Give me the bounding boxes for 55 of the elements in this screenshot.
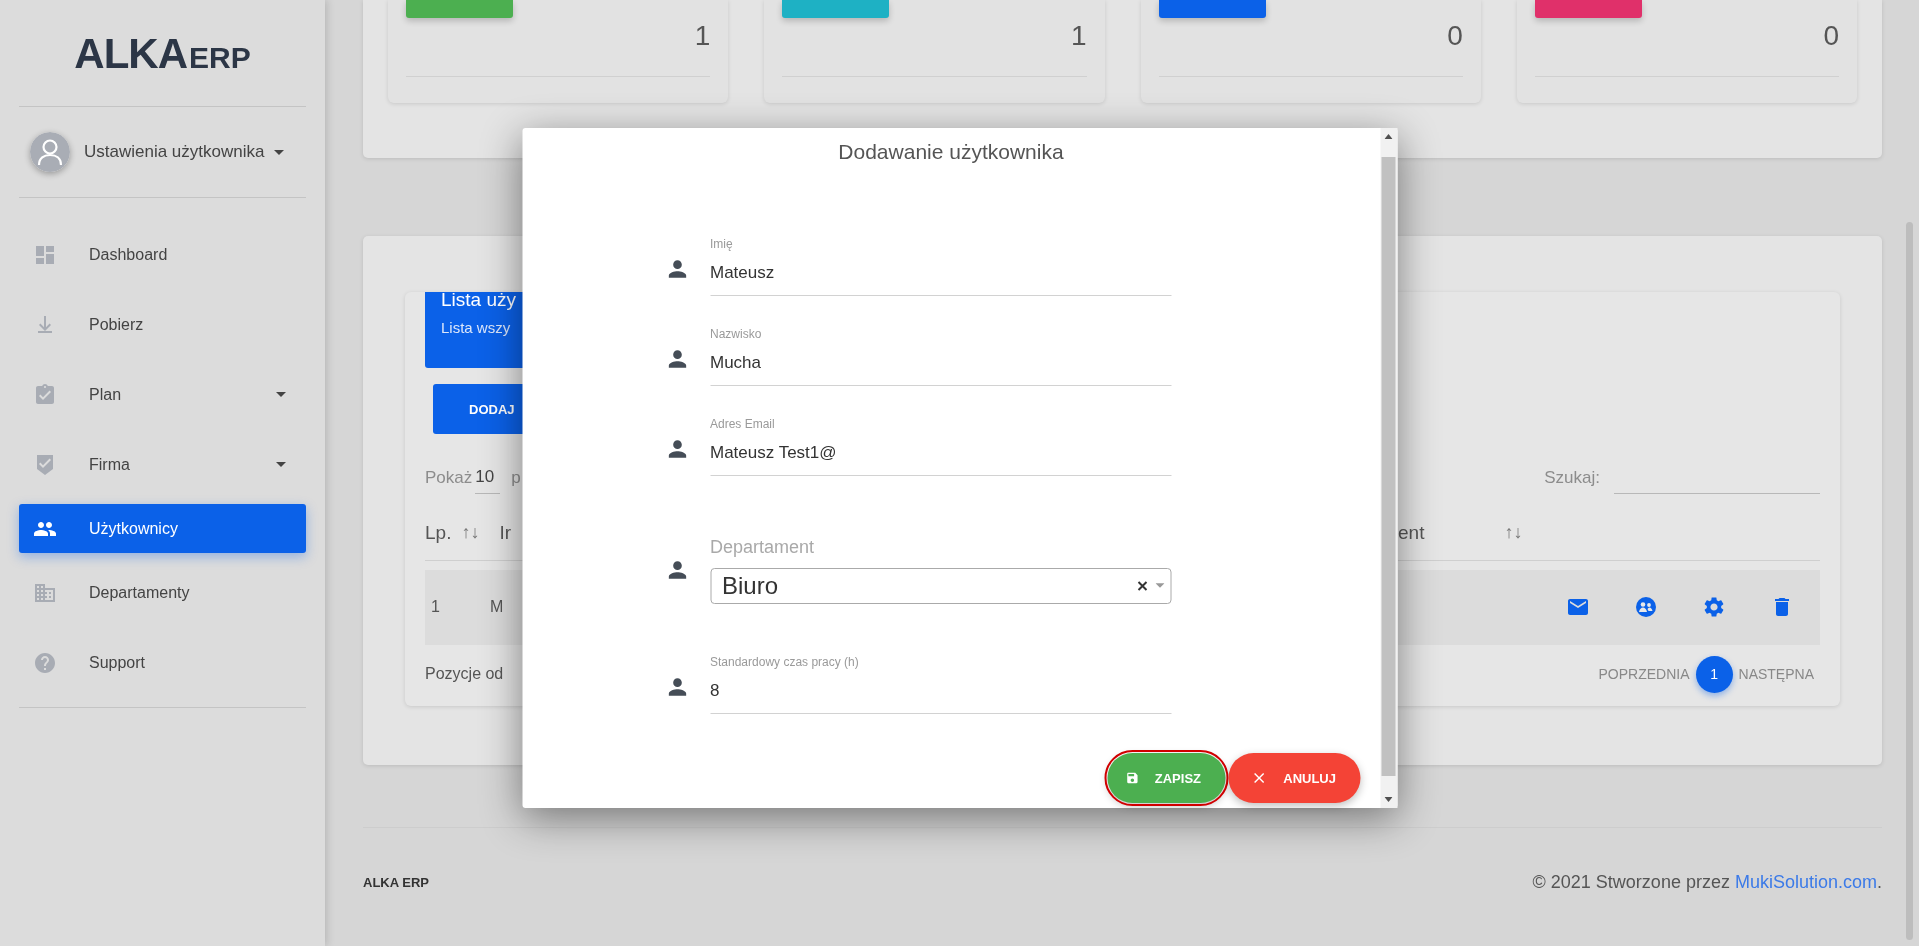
sort-icon[interactable]: ↑↓ [461,522,480,543]
page-size-select[interactable]: 10 [475,461,501,494]
clear-icon[interactable] [1137,580,1147,591]
field-label: Adres Email [710,417,776,431]
column-header[interactable]: Lp. [425,521,452,544]
sort-icon[interactable]: ↑↓ [1504,522,1523,543]
dialog-title: Dodawanie użytkownika [838,140,1064,164]
field-label: Standardowy czas pracy (h) [710,655,860,669]
column-header[interactable]: Ir [499,521,512,544]
scrollbar[interactable] [1380,128,1397,808]
search-label: Szukaj: [1544,467,1600,488]
table-cell: 1 [431,598,440,616]
table-cell: M [489,598,504,616]
nav-item[interactable]: Firma [19,440,306,489]
logo: ALKAERP [74,30,251,78]
field-label: Nazwisko [710,327,763,341]
help-icon [33,650,57,675]
nav-item[interactable]: Dashboard [19,230,306,279]
settings-icon[interactable] [1702,595,1726,619]
footer-brand: ALKA ERP [363,874,429,890]
add-button[interactable]: DODAJ [433,384,523,434]
caret-icon [1155,583,1164,588]
nav-item[interactable]: Plan [19,370,306,419]
show-label-suffix: p [511,467,521,488]
field-label: Imię [710,237,734,251]
entries-info: Pozycje od [425,665,504,683]
input-field[interactable]: Mucha [710,353,1171,386]
card-subtitle: Lista wszy [441,319,512,336]
show-label: Pokaż [425,467,473,488]
card-title: Lista uży [441,292,517,311]
cancel-button[interactable]: ANULUJ [1228,753,1360,803]
field-label: Departament [710,536,816,558]
clipboard-icon [33,382,57,407]
avatar-icon [30,132,70,172]
stat-value: 0 [1823,19,1839,53]
scroll-up-icon[interactable] [1384,134,1393,139]
department-select[interactable]: Biuro [710,567,1171,604]
stat-value: 0 [1447,19,1463,53]
input-field[interactable]: Mateusz [710,263,1171,296]
nav-item[interactable]: Support [19,638,306,687]
input-field[interactable]: Mateusz Test1@ [710,443,1171,476]
nav-item[interactable]: Departamenty [19,568,306,617]
scrollbar[interactable] [1906,222,1913,940]
user-menu[interactable]: Ustawienia użytkownika [19,107,306,197]
scroll-down-icon[interactable] [1384,797,1393,802]
group-icon[interactable] [1634,595,1658,619]
input-field[interactable]: 8 [710,681,1171,714]
copyright-text: © 2021 Stworzone przez MukiSolution.com. [1532,871,1882,893]
nav-item[interactable]: Pobierz [19,300,306,349]
page-number[interactable]: 1 [1695,655,1733,693]
caret-icon [274,149,285,155]
nav-item[interactable]: Użytkownicy [19,504,306,553]
stat-value: 1 [1070,19,1087,53]
column-header[interactable]: ent [1398,521,1425,544]
stat-value: 1 [694,19,711,53]
